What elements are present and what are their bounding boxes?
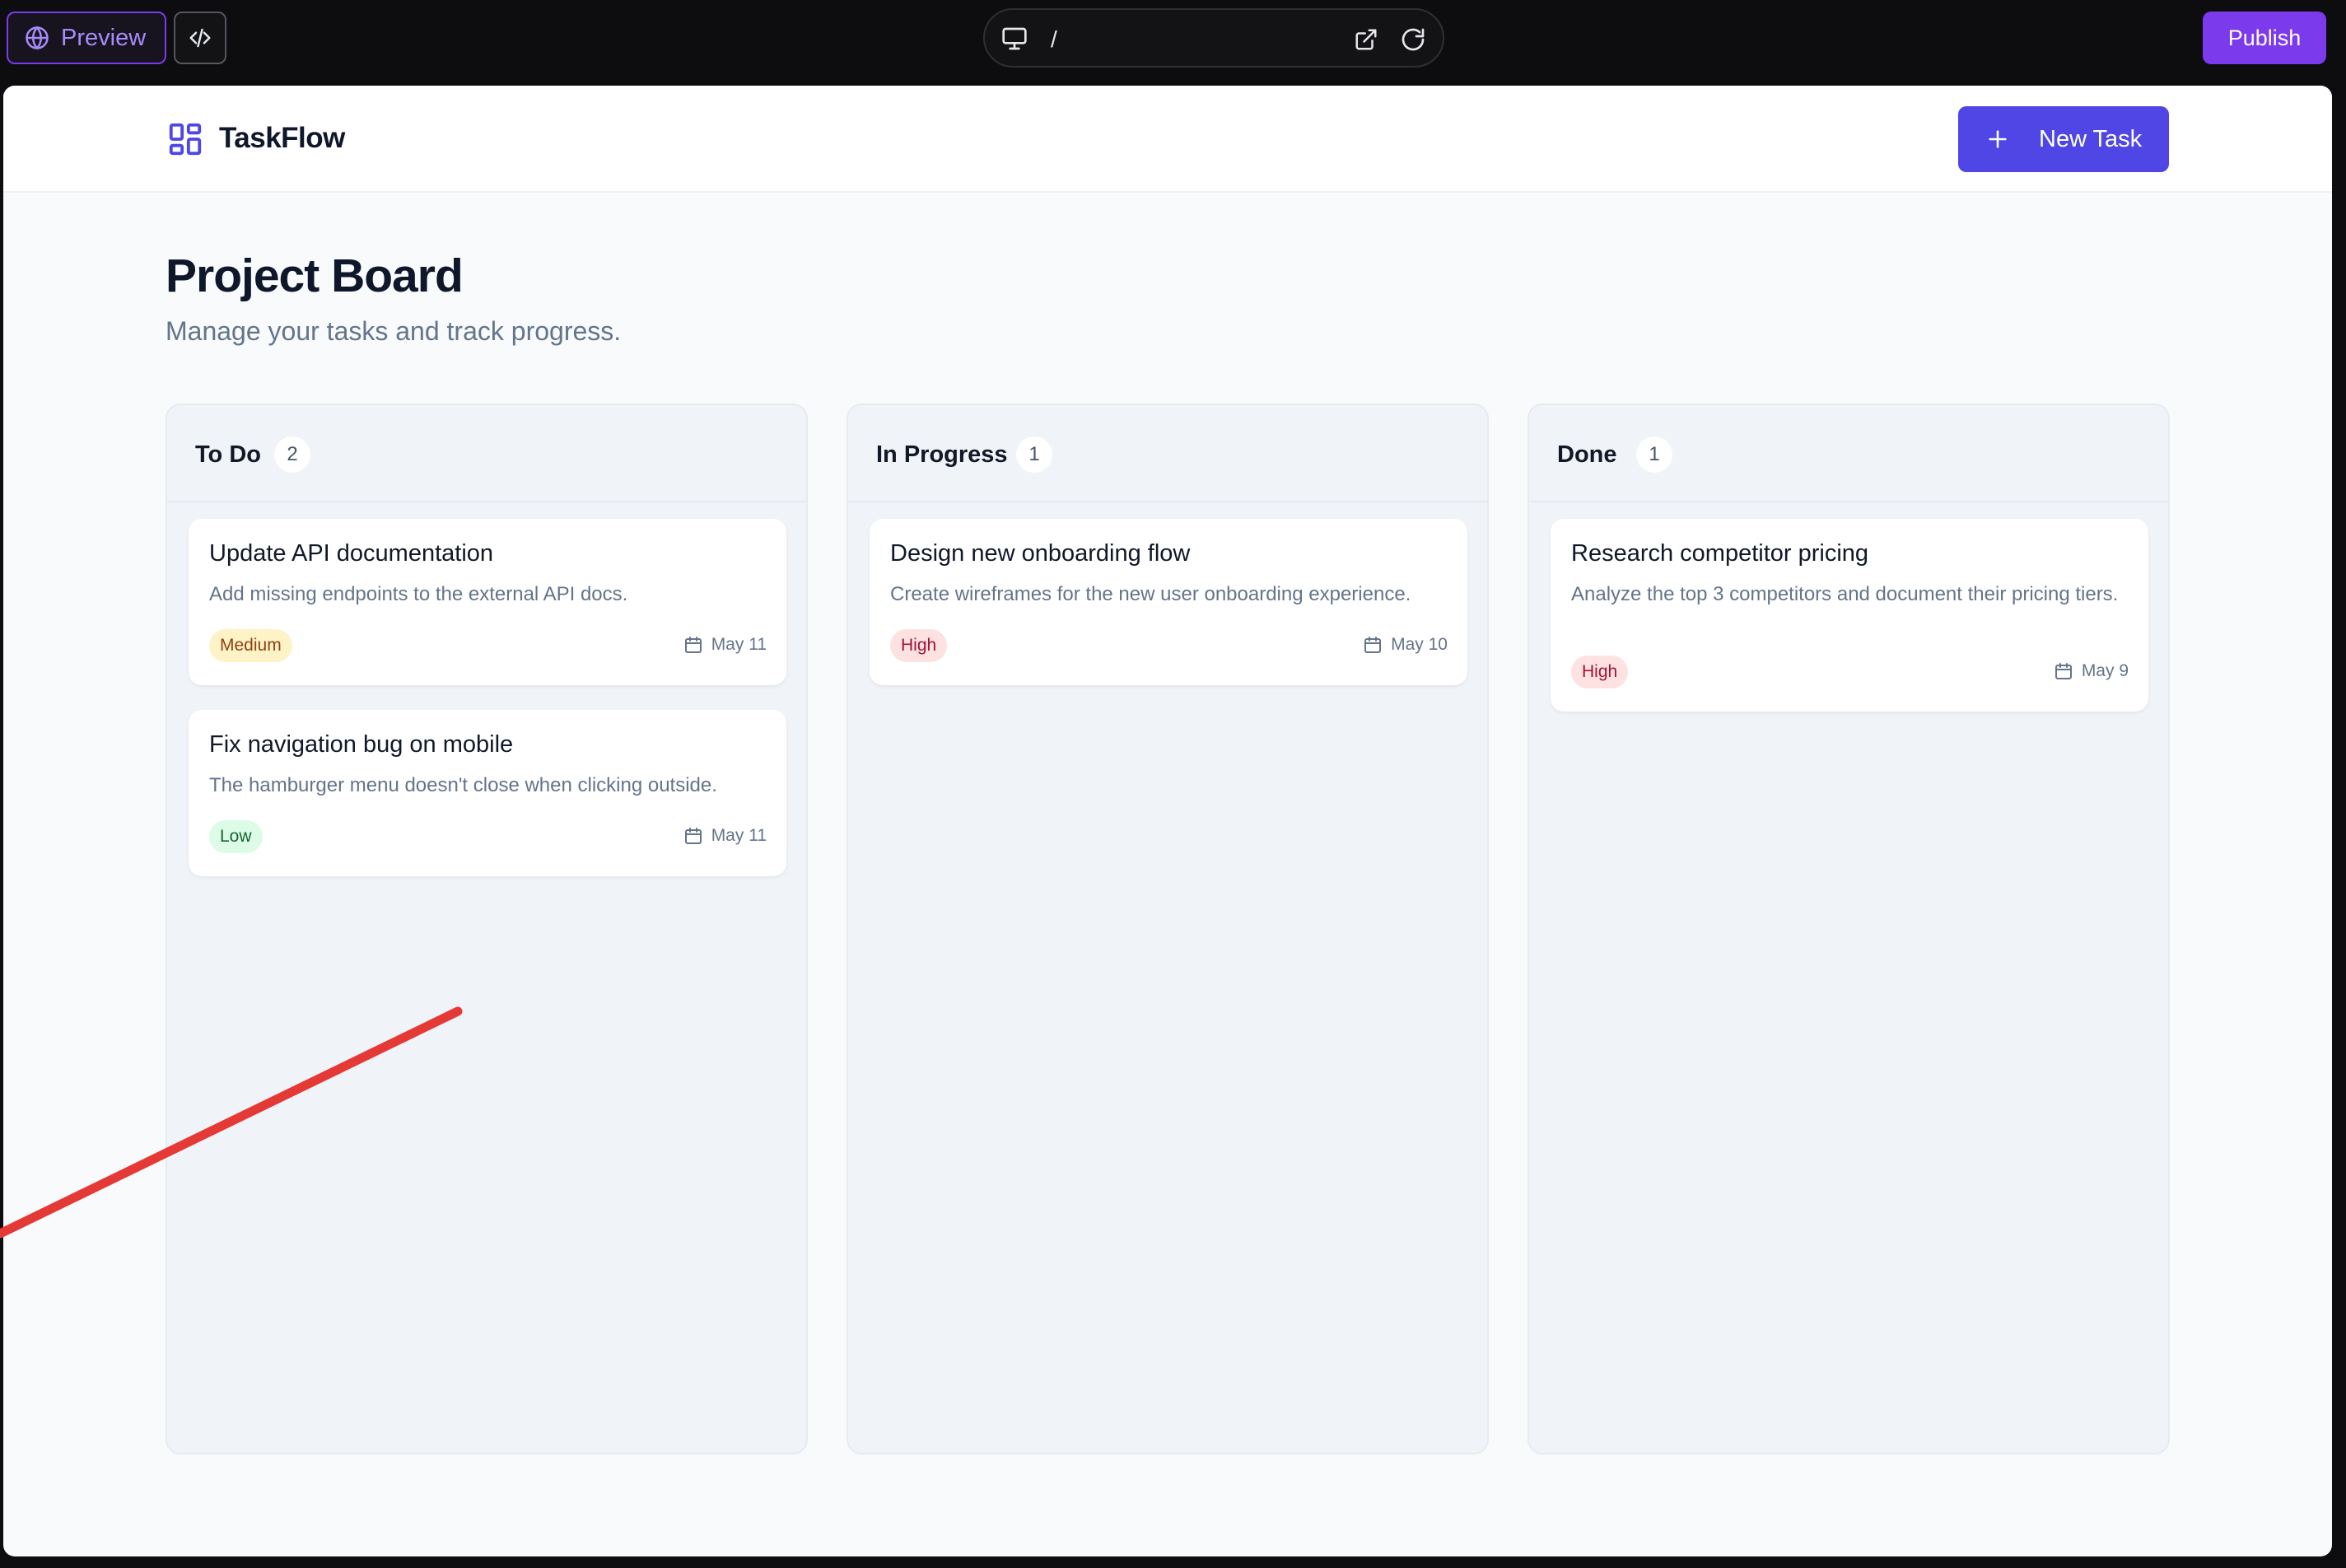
priority-badge: Low	[209, 820, 263, 853]
due-date: May 9	[2054, 661, 2129, 681]
task-description: Analyze the top 3 competitors and docume…	[1571, 583, 2119, 605]
priority-badge: High	[1571, 656, 1629, 688]
task-title: Research competitor pricing	[1571, 540, 1869, 567]
app-preview-frame: TaskFlow New Task Project Board Manage y…	[3, 86, 2332, 1556]
calendar-icon	[684, 637, 702, 653]
due-date-text: May 11	[711, 826, 767, 845]
calendar-icon	[684, 828, 702, 844]
preview-button[interactable]: Preview	[7, 12, 166, 64]
code-view-button[interactable]	[174, 12, 226, 64]
task-description: The hamburger menu doesn't close when cl…	[209, 774, 717, 796]
task-title: Update API documentation	[209, 540, 494, 567]
task-title: Fix navigation bug on mobile	[209, 731, 514, 758]
due-date: May 11	[683, 826, 767, 846]
due-date: May 11	[683, 635, 767, 655]
plus-icon	[1989, 130, 2007, 148]
due-date-text: May 11	[711, 635, 767, 654]
priority-badge: Medium	[209, 629, 292, 662]
page-subtitle: Manage your tasks and track progress.	[166, 316, 622, 346]
external-link-icon[interactable]	[1354, 27, 1378, 52]
refresh-icon[interactable]	[1400, 26, 1426, 53]
brand-name: TaskFlow	[219, 122, 345, 154]
calendar-icon	[1364, 637, 1382, 653]
due-date-text: May 10	[1391, 635, 1448, 654]
app-header: TaskFlow New Task	[3, 86, 2332, 193]
new-task-label: New Task	[2039, 125, 2143, 152]
calendar-icon	[2054, 663, 2072, 679]
column-in-progress: In Progress 1 Design new onboarding flow…	[847, 404, 1489, 1454]
due-date-text: May 9	[2081, 661, 2129, 680]
page-title: Project Board	[166, 250, 464, 302]
column-title: Done	[1557, 441, 1617, 468]
publish-button[interactable]: Publish	[2203, 12, 2326, 64]
task-card[interactable]: Fix navigation bug on mobile The hamburg…	[189, 710, 786, 876]
task-card[interactable]: Design new onboarding flow Create wirefr…	[870, 519, 1467, 685]
globe-icon	[26, 26, 49, 50]
url-bar[interactable]: /	[983, 8, 1444, 68]
column-header: In Progress 1	[848, 405, 1487, 502]
task-count-badge: 1	[1636, 436, 1672, 473]
editor-toolbar: Preview / Publish	[0, 0, 2346, 86]
column-title: In Progress	[876, 441, 1008, 468]
column-header: To Do 2	[167, 405, 806, 502]
monitor-icon	[1002, 27, 1027, 50]
code-icon	[189, 28, 211, 48]
task-description: Create wireframes for the new user onboa…	[890, 583, 1411, 605]
preview-label: Preview	[61, 24, 147, 51]
task-title: Design new onboarding flow	[890, 540, 1191, 567]
task-description: Add missing endpoints to the external AP…	[209, 583, 628, 605]
task-card[interactable]: Update API documentation Add missing end…	[189, 519, 786, 685]
task-card[interactable]: Research competitor pricing Analyze the …	[1551, 519, 2148, 712]
new-task-button[interactable]: New Task	[1958, 106, 2169, 172]
grid-layout-icon	[169, 123, 202, 156]
task-count-badge: 1	[1016, 436, 1052, 473]
priority-badge: High	[890, 629, 948, 662]
task-count-badge: 2	[274, 436, 310, 473]
due-date: May 10	[1363, 635, 1448, 655]
column-todo: To Do 2 Update API documentation Add mis…	[166, 404, 808, 1454]
column-title: To Do	[195, 441, 261, 468]
column-header: Done 1	[1529, 405, 2168, 502]
column-done: Done 1 Research competitor pricing Analy…	[1527, 404, 2170, 1454]
url-path: /	[1051, 26, 1057, 52]
